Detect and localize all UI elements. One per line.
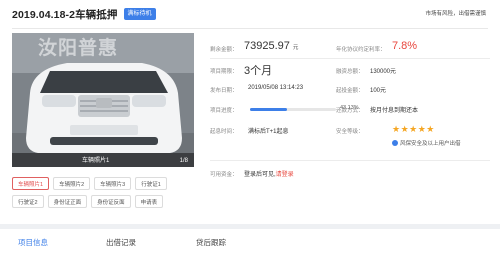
row-available: 可用资金： 登录后可见,请登录 xyxy=(210,164,490,182)
thumb-vehicle-photo-1[interactable]: 车辆照片1 xyxy=(12,177,50,190)
title-row: 2019.04.18-2车辆抵押 满标待机 xyxy=(12,6,156,22)
remaining-label: 剩余金额： xyxy=(210,47,238,53)
row-release: 发布日期： 2019/05/08 13:14:23 起投金额： 100元 xyxy=(210,80,490,98)
repay-value: 按月付息到期还本 xyxy=(370,108,419,114)
guarantee-text: 风保安全及以上用户出借 xyxy=(400,141,461,147)
thumb-license-1[interactable]: 行驶证1 xyxy=(135,177,167,190)
remaining-value: 73925.97 xyxy=(244,40,290,52)
photo-counter: 1/8 xyxy=(179,158,188,164)
guarantee-note: 风保安全及以上用户出借 xyxy=(392,139,461,147)
row-progress: 项目进度： 43.13% 还款方式： 按月付息到期还本 xyxy=(210,100,490,118)
tab-lending-records[interactable]: 出借记录 xyxy=(106,237,136,248)
progress-fill xyxy=(250,108,288,111)
photo-caption: 车辆照片1 xyxy=(82,158,110,164)
rate-label: 年化协议约定利率： xyxy=(336,47,386,53)
remaining-unit: 元 xyxy=(292,45,299,51)
thumb-id-back[interactable]: 身份证反面 xyxy=(91,195,131,208)
detail-tabs: 项目信息 出借记录 贷后跟踪 xyxy=(0,229,500,254)
remaining-amount: 73925.97 元 xyxy=(244,40,298,52)
total-label: 融资总额： xyxy=(336,69,364,75)
info-divider xyxy=(210,58,490,59)
release-label: 发布日期： xyxy=(210,88,238,94)
photo-thumbs: 车辆照片1 车辆照片2 车辆照片3 行驶证1 行驶证2 身份证正面 身份证反面 … xyxy=(12,177,202,208)
photo-watermark: 汝阳普惠 xyxy=(38,38,119,59)
info-divider-2 xyxy=(210,160,490,161)
row-term: 项目期限： 3个月 融资总额： 130000元 xyxy=(210,61,490,79)
tab-project-info[interactable]: 项目信息 xyxy=(18,237,48,248)
thumb-license-2[interactable]: 行驶证2 xyxy=(12,195,44,208)
project-card: 2019.04.18-2车辆抵押 满标待机 市场有风险，出借需谨慎 汝阳普惠 车… xyxy=(0,0,500,224)
thumb-vehicle-photo-2[interactable]: 车辆照片2 xyxy=(53,177,91,190)
interest-value: 满标后T+1起息 xyxy=(248,129,289,135)
project-title: 2019.04.18-2车辆抵押 xyxy=(12,8,118,21)
rate-value: 7.8% xyxy=(392,40,418,52)
interest-label: 起息时间： xyxy=(210,129,238,135)
available-note: 登录后可见,请登录 xyxy=(244,169,294,178)
release-value: 2019/05/08 13:14:23 xyxy=(248,85,304,91)
row-remaining: 剩余金额： 73925.97 元 年化协议约定利率： 7.8% xyxy=(210,39,490,57)
safety-stars-icon: ★★★★★ xyxy=(392,124,435,134)
thumb-application-form[interactable]: 申请表 xyxy=(134,195,164,208)
min-value: 100元 xyxy=(370,88,387,94)
progress-bar xyxy=(250,108,336,111)
tab-post-loan-tracking[interactable]: 贷后跟踪 xyxy=(196,237,226,248)
term-value: 3个月 xyxy=(244,65,273,77)
min-label: 起投金额： xyxy=(336,88,364,94)
photo-caption-bar: 车辆照片1 1/8 xyxy=(12,153,194,167)
available-label: 可用资金： xyxy=(210,172,238,178)
vehicle-photo[interactable]: 汝阳普惠 车辆照片1 1/8 xyxy=(12,33,194,167)
thumb-vehicle-photo-3[interactable]: 车辆照片3 xyxy=(94,177,132,190)
shield-icon xyxy=(392,140,398,146)
total-value: 130000元 xyxy=(370,69,397,75)
repay-label: 还款方式： xyxy=(336,108,364,114)
progress-label: 项目进度： xyxy=(210,108,238,114)
header-divider xyxy=(12,28,488,29)
login-link[interactable]: 请登录 xyxy=(276,172,294,178)
term-label: 项目期限： xyxy=(210,69,238,75)
status-badge: 满标待机 xyxy=(123,8,156,20)
safety-label: 安全等级： xyxy=(336,129,364,135)
row-interest: 起息时间： 满标后T+1起息 安全等级： ★★★★★ 风保安全及以上用户出借 xyxy=(210,121,490,147)
available-text: 登录后可见, xyxy=(244,172,276,178)
risk-warning: 市场有风险，出借需谨慎 xyxy=(425,11,486,17)
thumb-id-front[interactable]: 身份证正面 xyxy=(47,195,88,208)
